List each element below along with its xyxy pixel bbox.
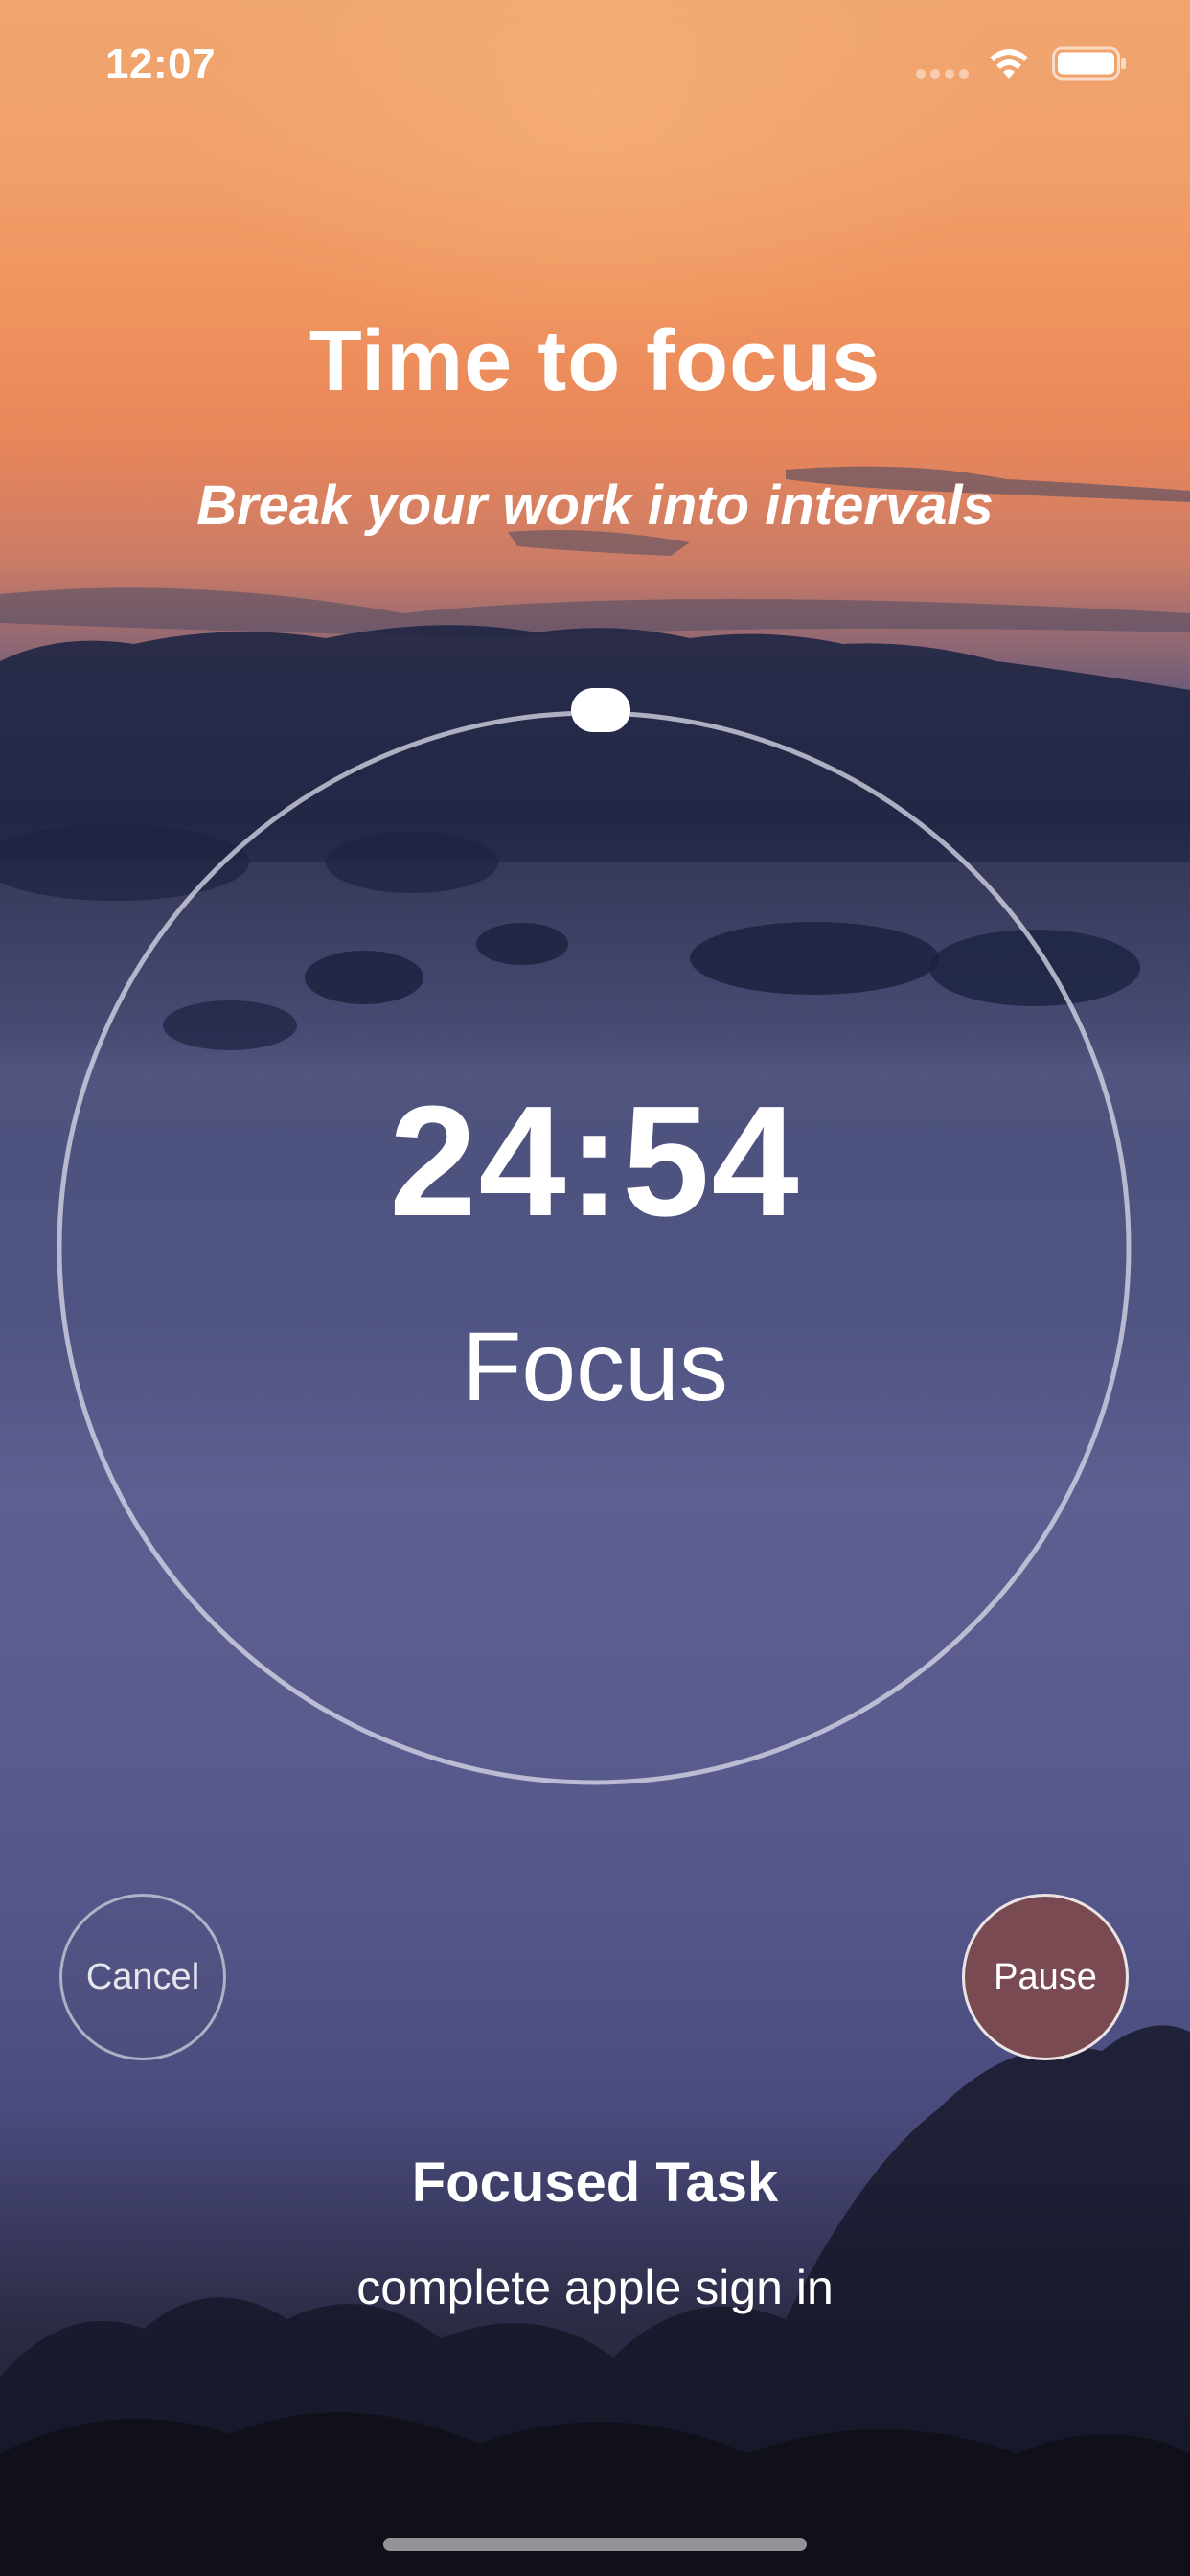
timer-mode-label: Focus	[462, 1312, 728, 1421]
home-indicator[interactable]	[383, 2538, 807, 2551]
cancel-button-label: Cancel	[85, 1956, 200, 1997]
page-title: Time to focus	[309, 313, 881, 409]
timer-countdown: 24:54	[389, 1073, 801, 1249]
focused-task-name: complete apple sign in	[356, 2261, 834, 2314]
timer-progress-knob	[571, 688, 630, 732]
cellular-signal-icon	[916, 69, 970, 79]
focus-timer-screen: 12:07 Time to focus Break your work into…	[0, 0, 1190, 2576]
pause-button[interactable]: Pause	[962, 1894, 1129, 2060]
focused-task-heading: Focused Task	[411, 2151, 779, 2214]
status-time: 12:07	[105, 40, 217, 87]
battery-icon	[1052, 46, 1126, 80]
status-bar: 12:07	[0, 0, 1190, 126]
cancel-button[interactable]: Cancel	[59, 1894, 226, 2060]
wifi-icon	[990, 49, 1028, 79]
pause-button-label: Pause	[994, 1956, 1097, 1997]
page-subtitle: Break your work into intervals	[196, 474, 994, 537]
